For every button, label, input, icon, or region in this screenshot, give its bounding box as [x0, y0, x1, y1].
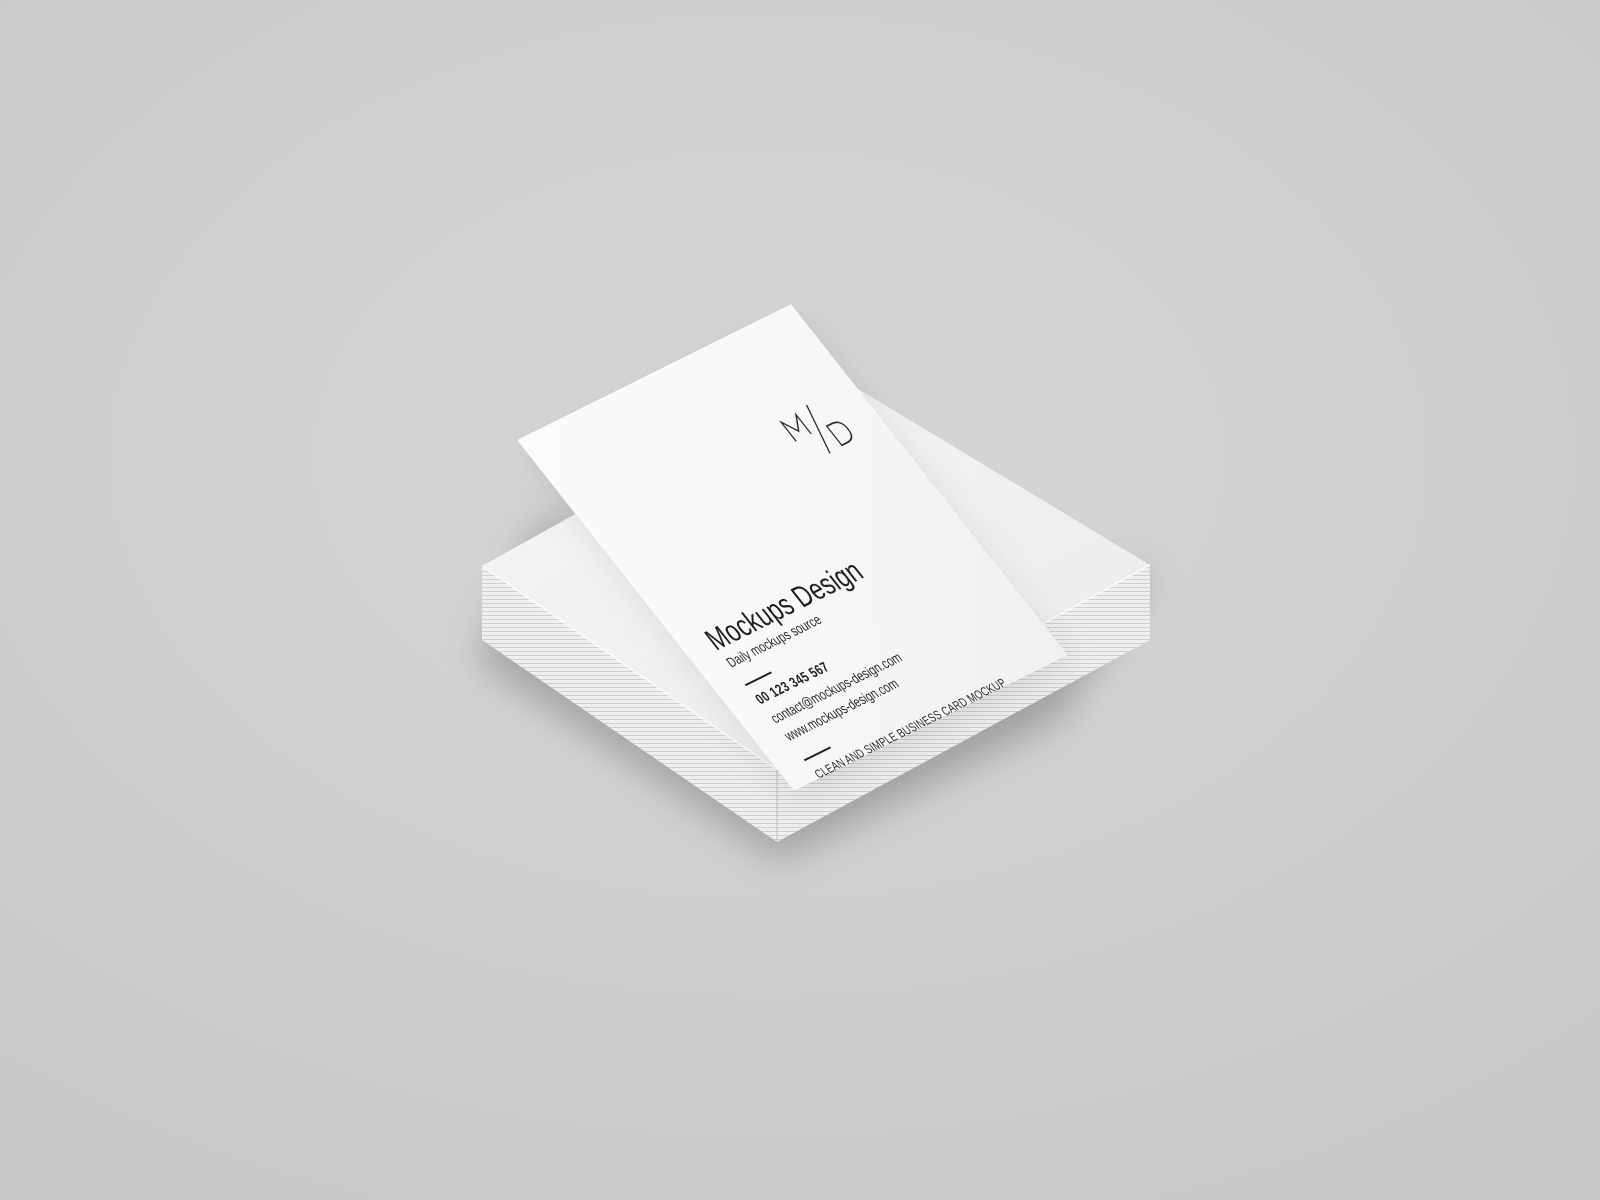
divider-bottom [803, 746, 832, 762]
md-logo: M/D [775, 394, 860, 464]
divider-top [744, 671, 773, 687]
mockup-scene: M/D Mockups Design Daily mockups source … [0, 0, 1600, 1200]
md-logo-mark [778, 404, 853, 454]
